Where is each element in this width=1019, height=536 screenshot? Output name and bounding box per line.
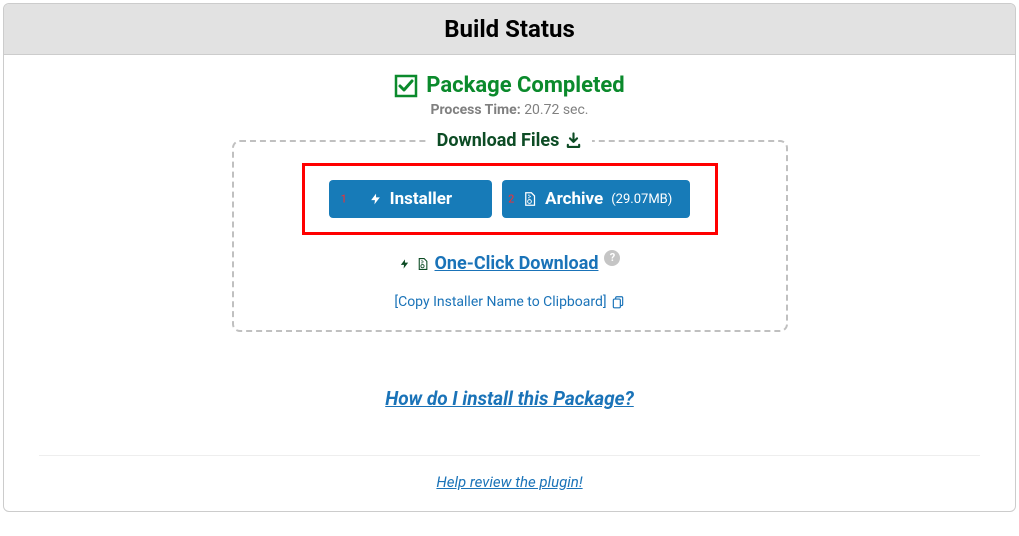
help-icon[interactable]: ?: [604, 250, 620, 266]
oneclick-row: One-Click Download ?: [254, 253, 766, 274]
installer-button[interactable]: 1 Installer: [329, 180, 493, 218]
archive-label: Archive: [545, 189, 603, 209]
clipboard-icon[interactable]: [611, 295, 625, 309]
download-title-wrap: Download Files: [427, 130, 593, 151]
badge-2: 2: [508, 193, 514, 206]
download-title: Download Files: [437, 130, 560, 151]
page-title: Build Status: [4, 15, 1015, 43]
check-square-icon: [394, 74, 418, 98]
status-text: Package Completed: [426, 73, 624, 98]
bolt-icon: [399, 256, 410, 272]
file-archive-icon: [416, 256, 429, 272]
process-time-label: Process Time:: [430, 102, 520, 118]
badge-1: 1: [341, 193, 347, 206]
copy-row: [Copy Installer Name to Clipboard]: [254, 294, 766, 310]
file-archive-icon: [522, 190, 537, 208]
installer-label: Installer: [390, 189, 453, 209]
review-plugin-link[interactable]: Help review the plugin!: [436, 473, 582, 491]
panel-header: Build Status: [4, 4, 1015, 55]
download-icon: [565, 132, 582, 149]
archive-size: (29.07MB): [611, 192, 672, 207]
panel-body: Package Completed Process Time: 20.72 se…: [4, 55, 1015, 511]
archive-button[interactable]: 2 Archive (29.07MB): [502, 180, 690, 218]
bolt-icon: [369, 190, 382, 208]
build-status-panel: Build Status Package Completed Process T…: [3, 3, 1016, 512]
process-time-value: 20.72 sec.: [524, 102, 588, 118]
download-buttons-highlight: 1 Installer 2: [302, 163, 718, 235]
divider: [39, 455, 980, 456]
copy-installer-name-link[interactable]: [Copy Installer Name to Clipboard]: [394, 294, 606, 310]
status-row: Package Completed: [24, 73, 995, 98]
oneclick-download-link[interactable]: One-Click Download: [435, 253, 599, 274]
process-time: Process Time: 20.72 sec.: [24, 102, 995, 118]
install-help-link[interactable]: How do I install this Package?: [385, 387, 634, 410]
download-files-box: Download Files 1 Installer: [232, 140, 788, 332]
install-help: How do I install this Package?: [24, 387, 995, 410]
